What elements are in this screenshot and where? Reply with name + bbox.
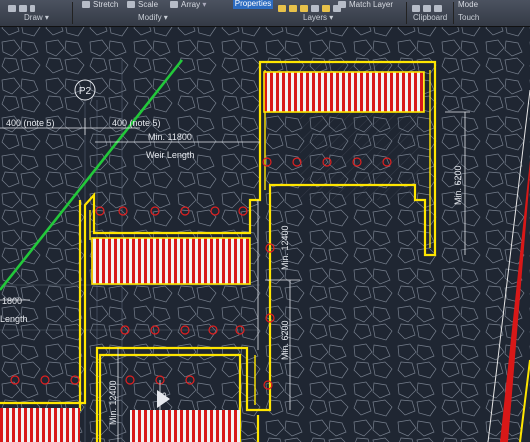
modify-panel-label[interactable]: Modify ▾ [138,13,168,22]
layers-panel-label[interactable]: Layers ▾ [303,13,333,22]
layer-tools-icons[interactable] [278,0,344,13]
panel-separator [72,2,73,24]
match-layer-label: Match Layer [349,0,394,9]
array-dropdown-icon[interactable]: ▾ [200,0,206,9]
stretch-button[interactable]: Stretch [82,0,118,9]
dim-text-1800: 1800 [2,296,22,306]
autocad-window: Stretch Scale Array ▾ Properties Match L… [0,0,530,442]
drawing-canvas[interactable]: P2 400 (note 5) 400 (note 5) Min. 11800 … [0,27,530,442]
ribbon: Stretch Scale Array ▾ Properties Match L… [0,0,530,27]
stretch-label: Stretch [93,0,119,9]
scale-button[interactable]: Scale [127,0,158,9]
dim-text-min-12400-lower: Min. 12400 [108,380,118,425]
mode-button[interactable]: Mode [458,0,478,9]
scale-icon [127,1,135,9]
match-layer-button[interactable]: Match Layer [338,0,393,9]
grid-bubble-label: P2 [79,86,92,97]
match-layer-icon [338,1,346,9]
stretch-icon [82,1,90,9]
section-mark-label: B [158,392,168,398]
array-button[interactable]: Array ▾ [170,0,206,9]
clipboard-icons[interactable] [412,0,445,13]
draw-panel-label[interactable]: Draw ▾ [24,13,49,22]
red-hatch-slab [0,408,80,442]
touch-panel-label: Touch [458,13,480,22]
red-hatch-slab [130,410,240,442]
dim-text-min-6200-right: Min. 6200 [453,165,463,205]
dim-text-min-weir: Min. 11800 [148,132,192,142]
red-hatch-slab [263,71,425,113]
panel-separator [406,2,407,24]
dim-text-min-6200: Min. 6200 [280,320,290,360]
clipboard-panel-label: Clipboard [413,13,448,22]
array-label: Array [181,0,201,9]
dim-text-min-12400-upper: Min. 12400 [280,225,290,270]
draw-tools-icons[interactable] [8,0,38,13]
panel-separator [453,2,454,24]
array-icon [170,1,178,9]
dim-text-400-right: 400 (note 5) [112,118,161,128]
weir-length-label: Weir Length [146,150,194,160]
red-hatch-slab [91,237,251,285]
properties-button[interactable]: Properties [233,0,273,9]
length-label: Length [0,314,28,324]
dim-text-400-left: 400 (note 5) [6,118,55,128]
scale-label: Scale [138,0,159,9]
